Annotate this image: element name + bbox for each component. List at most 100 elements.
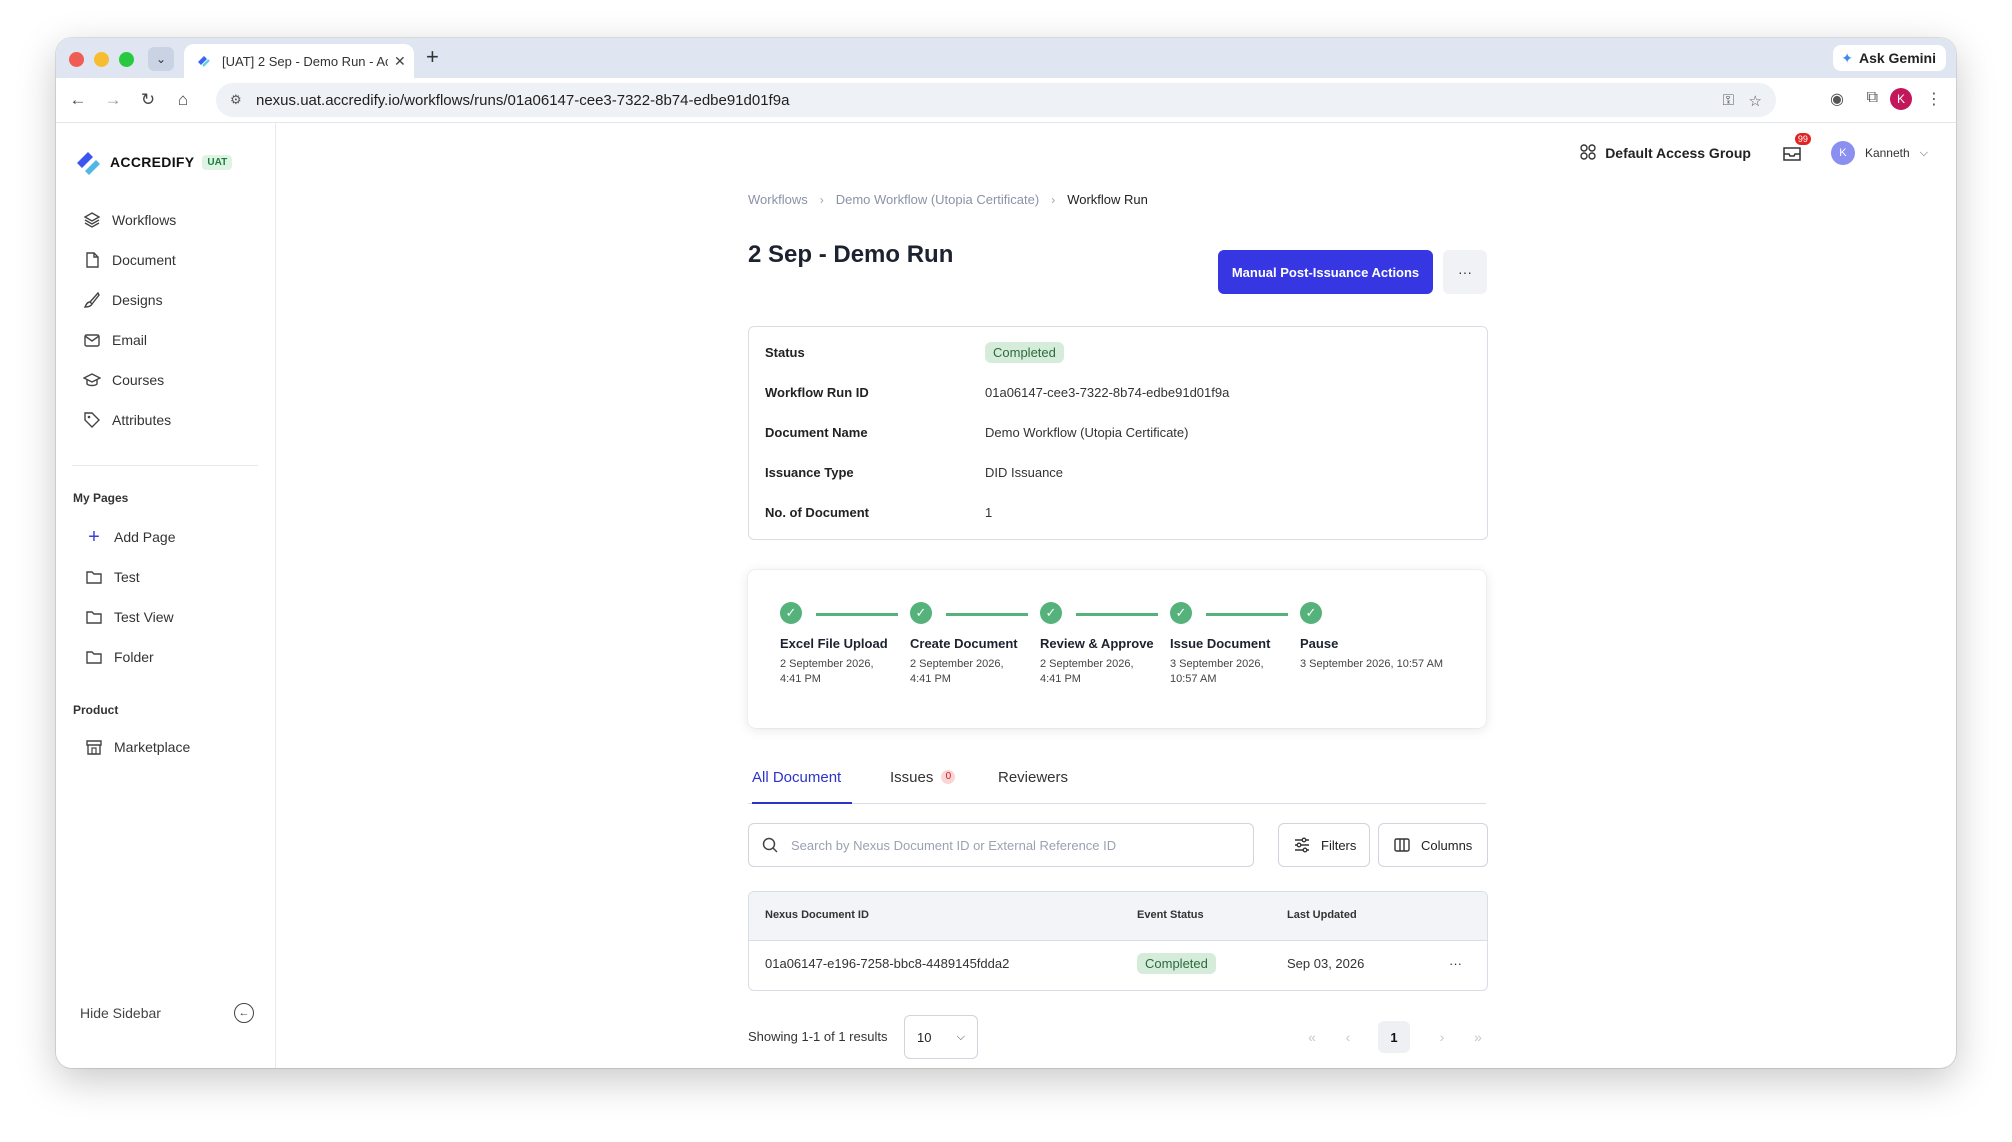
page-title: 2 Sep - Demo Run xyxy=(748,241,954,268)
column-header-last-updated[interactable]: Last Updated xyxy=(1287,909,1357,921)
extensions-icon[interactable]: ⧉ xyxy=(1867,89,1878,107)
maximize-window-button[interactable] xyxy=(119,52,134,67)
step-date-line: 2 September 2026, xyxy=(910,658,1004,670)
next-page-button[interactable]: › xyxy=(1426,1021,1458,1053)
sidebar-item-workflows[interactable]: Workflows xyxy=(82,206,176,234)
step-excel-file-upload: ✓ Excel File Upload 2 September 2026, 4:… xyxy=(780,602,910,687)
sidebar-item-label: Workflows xyxy=(112,212,177,228)
search-input[interactable] xyxy=(789,836,1233,854)
sidebar-item-label: Document xyxy=(112,252,176,268)
step-name: Issue Document xyxy=(1170,636,1271,651)
step-issue-document: ✓ Issue Document 3 September 2026, 10:57… xyxy=(1170,602,1300,687)
forward-arrow-icon[interactable]: → xyxy=(103,90,123,110)
notifications-button[interactable]: 99 xyxy=(1781,133,1811,164)
sidebar-item-label: Test View xyxy=(114,609,174,625)
sidebar-item-label: Courses xyxy=(112,372,165,388)
sidebar-item-folder[interactable]: Folder xyxy=(84,643,154,671)
bookmark-star-icon[interactable]: ☆ xyxy=(1749,92,1762,110)
search-box xyxy=(748,823,1254,867)
tab-search-button[interactable]: ⌄ xyxy=(148,47,174,71)
grid-icon xyxy=(1579,143,1597,164)
top-bar: Default Access Group 99 K Kanneth ⌵ xyxy=(1579,133,1928,171)
step-connector xyxy=(946,613,1028,616)
sidebar-item-label: Marketplace xyxy=(114,739,191,755)
sidebar-item-attributes[interactable]: Attributes xyxy=(82,406,171,434)
sidebar: ACCREDIFY UAT Workflows Document Designs… xyxy=(56,123,276,1068)
column-header-document-id[interactable]: Nexus Document ID xyxy=(765,909,869,921)
page-size-select[interactable]: 10 ⌵ xyxy=(904,1015,978,1059)
inbox-icon xyxy=(1783,147,1801,161)
step-date-line: 2 September 2026, xyxy=(1040,658,1134,670)
gemini-sparkle-icon: ✦ xyxy=(1841,49,1853,66)
previous-page-button[interactable]: ‹ xyxy=(1332,1021,1364,1053)
last-page-button[interactable]: » xyxy=(1462,1021,1494,1053)
manual-post-issuance-actions-button[interactable]: Manual Post-Issuance Actions xyxy=(1218,250,1433,294)
close-tab-icon[interactable]: ✕ xyxy=(394,53,406,70)
sidebar-item-email[interactable]: Email xyxy=(82,326,147,354)
collapse-arrow-icon[interactable]: ← xyxy=(234,1003,254,1023)
folder-icon xyxy=(84,647,104,667)
columns-icon xyxy=(1394,838,1410,852)
breadcrumb-workflow[interactable]: Demo Workflow (Utopia Certificate) xyxy=(836,192,1039,207)
step-connector xyxy=(1076,613,1158,616)
graduation-cap-icon xyxy=(82,370,102,390)
tab-label: Issues xyxy=(890,769,934,786)
step-connector xyxy=(816,613,898,616)
sidebar-divider xyxy=(72,465,258,466)
brand-logo[interactable]: ACCREDIFY UAT xyxy=(74,147,233,177)
user-menu[interactable]: K Kanneth ⌵ xyxy=(1830,141,1928,165)
filters-button[interactable]: Filters xyxy=(1278,823,1370,867)
add-page-button[interactable]: + Add Page xyxy=(84,523,175,551)
page-number-button[interactable]: 1 xyxy=(1378,1021,1410,1053)
password-key-icon[interactable]: ⚿ xyxy=(1723,92,1734,109)
browser-profile-avatar[interactable]: K xyxy=(1890,88,1912,110)
step-date: 2 September 2026, 4:41 PM xyxy=(910,657,1040,687)
access-group-switcher[interactable]: Default Access Group xyxy=(1579,143,1751,164)
results-summary: Showing 1-1 of 1 results xyxy=(748,1029,888,1044)
browser-tab-bar: ⌄ [UAT] 2 Sep - Demo Run - Ac ✕ + ✦ Ask … xyxy=(56,38,1956,78)
sidebar-item-marketplace[interactable]: Marketplace xyxy=(84,733,190,761)
reload-icon[interactable]: ↻ xyxy=(138,90,158,110)
table-row[interactable]: 01a06147-e196-7258-bbc8-4489145fdda2 Com… xyxy=(749,941,1487,990)
step-name: Pause xyxy=(1300,636,1339,651)
step-date-line: 3 September 2026, 10:57 AM xyxy=(1300,658,1444,670)
hide-sidebar-button[interactable]: Hide Sidebar xyxy=(80,1005,161,1021)
step-date: 2 September 2026, 4:41 PM xyxy=(1040,657,1170,687)
camera-icon[interactable]: ◉ xyxy=(1830,89,1844,109)
row-more-button[interactable]: ··· xyxy=(1449,956,1462,971)
tab-label: Reviewers xyxy=(998,769,1069,786)
check-icon: ✓ xyxy=(780,602,802,624)
run-id-label: Workflow Run ID xyxy=(765,385,869,400)
sidebar-item-test-view[interactable]: Test View xyxy=(84,603,174,631)
documents-table: Nexus Document ID Event Status Last Upda… xyxy=(748,891,1488,991)
more-options-button[interactable]: ··· xyxy=(1443,250,1487,294)
minimize-window-button[interactable] xyxy=(94,52,109,67)
new-tab-button[interactable]: + xyxy=(426,46,439,68)
sidebar-item-courses[interactable]: Courses xyxy=(82,366,164,394)
status-badge: Completed xyxy=(1137,953,1216,974)
sidebar-item-document[interactable]: Document xyxy=(82,246,176,274)
breadcrumb-workflows[interactable]: Workflows xyxy=(748,192,808,207)
chevron-down-icon: ⌵ xyxy=(956,1030,965,1043)
tab-issues[interactable]: Issues 0 xyxy=(890,769,956,802)
browser-tab[interactable]: [UAT] 2 Sep - Demo Run - Ac ✕ xyxy=(184,44,414,78)
first-page-button[interactable]: « xyxy=(1296,1021,1328,1053)
tab-all-document[interactable]: All Document xyxy=(752,769,852,804)
close-window-button[interactable] xyxy=(69,52,84,67)
address-bar[interactable]: ⚙ nexus.uat.accredify.io/workflows/runs/… xyxy=(216,83,1776,117)
columns-button[interactable]: Columns xyxy=(1378,823,1488,867)
browser-menu-icon[interactable]: ⋮ xyxy=(1926,89,1942,109)
column-header-event-status[interactable]: Event Status xyxy=(1137,909,1204,921)
chevron-right-icon: › xyxy=(1051,192,1056,207)
step-name: Review & Approve xyxy=(1040,636,1154,651)
document-tabs: All Document Issues 0 Reviewers xyxy=(748,769,1486,804)
ask-gemini-button[interactable]: ✦ Ask Gemini xyxy=(1833,45,1946,71)
back-arrow-icon[interactable]: ← xyxy=(68,90,88,110)
tab-reviewers[interactable]: Reviewers xyxy=(998,769,1068,802)
site-info-icon[interactable]: ⚙ xyxy=(230,92,246,108)
sidebar-item-test[interactable]: Test xyxy=(84,563,140,591)
sidebar-item-designs[interactable]: Designs xyxy=(82,286,163,314)
document-id-cell[interactable]: 01a06147-e196-7258-bbc8-4489145fdda2 xyxy=(765,956,1009,971)
home-icon[interactable]: ⌂ xyxy=(173,90,193,110)
step-connector xyxy=(1206,613,1288,616)
